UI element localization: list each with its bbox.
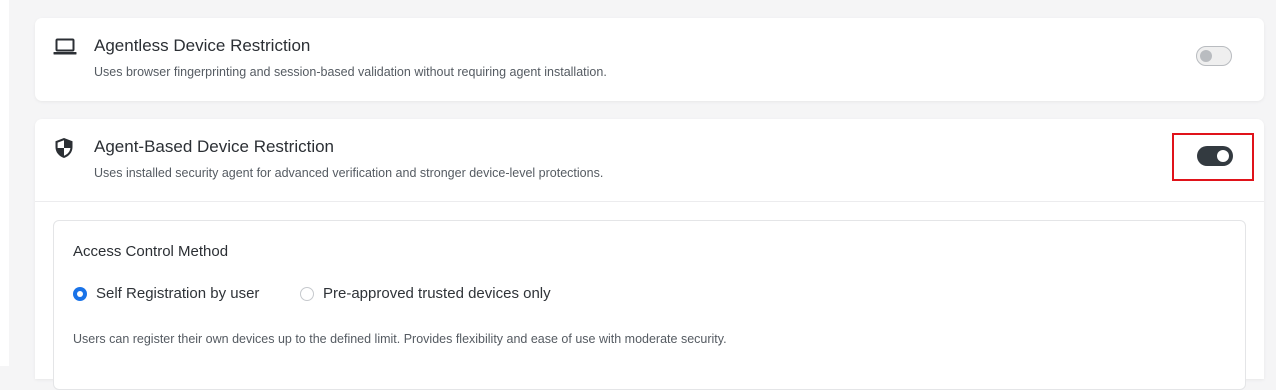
toggle-highlight-box bbox=[1172, 133, 1254, 181]
pre-approved-devices-radio[interactable] bbox=[300, 287, 314, 301]
agent-based-restriction-card: Agent-Based Device Restriction Uses inst… bbox=[35, 119, 1264, 390]
agentless-toggle[interactable] bbox=[1196, 46, 1232, 66]
left-edge-strip bbox=[0, 0, 9, 366]
card-divider bbox=[35, 201, 1264, 202]
self-registration-label[interactable]: Self Registration by user bbox=[96, 285, 259, 302]
radio-dot bbox=[77, 291, 83, 297]
agentless-restriction-card: Agentless Device Restriction Uses browse… bbox=[35, 18, 1264, 101]
access-control-help-text: Users can register their own devices up … bbox=[73, 332, 727, 346]
agentless-description: Uses browser fingerprinting and session-… bbox=[94, 65, 607, 79]
self-registration-radio[interactable] bbox=[73, 287, 87, 301]
access-control-panel: Access Control Method Self Registration … bbox=[53, 220, 1246, 390]
shield-icon bbox=[54, 137, 74, 164]
agent-based-title: Agent-Based Device Restriction bbox=[94, 137, 335, 156]
laptop-icon bbox=[53, 38, 77, 61]
agent-based-description: Uses installed security agent for advanc… bbox=[94, 166, 604, 180]
access-control-label: Access Control Method bbox=[73, 243, 229, 260]
toggle-knob bbox=[1200, 50, 1212, 62]
pre-approved-devices-label[interactable]: Pre-approved trusted devices only bbox=[323, 285, 551, 302]
agentless-title: Agentless Device Restriction bbox=[94, 36, 311, 55]
